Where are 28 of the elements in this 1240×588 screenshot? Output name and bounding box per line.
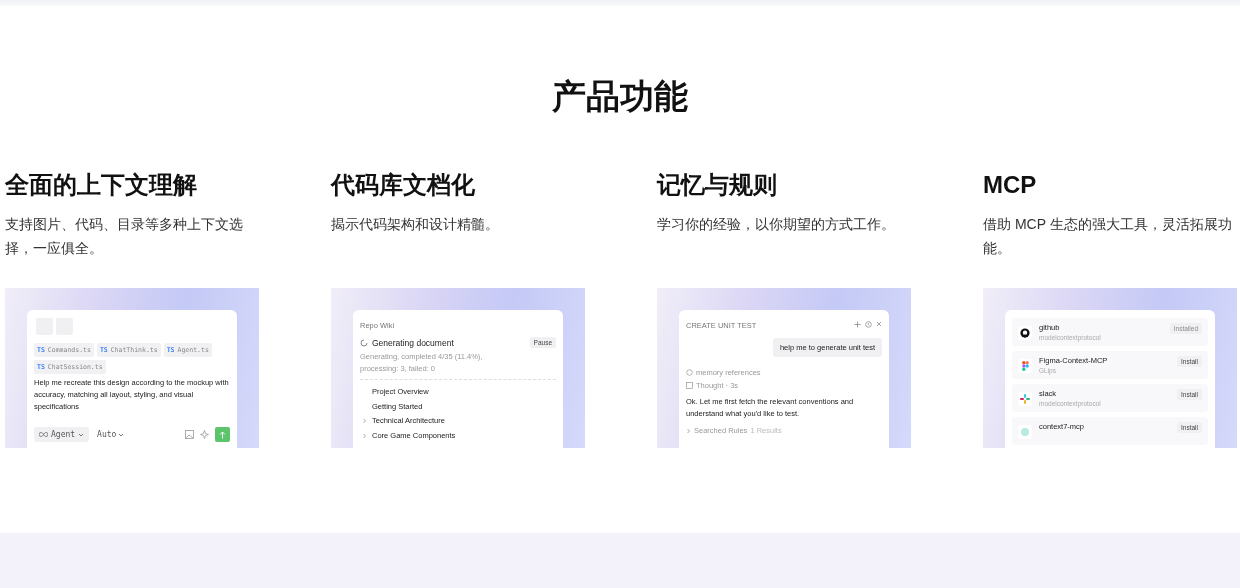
history-icon[interactable] [865,320,872,328]
feature-title: 记忆与规则 [657,170,778,200]
model-dropdown[interactable]: Auto [95,427,127,442]
arrow-up-icon [219,430,226,439]
chevron-icon [686,427,691,434]
close-icon[interactable] [876,321,882,327]
feature-description: 揭示代码架构和设计精髓。 [331,215,500,234]
caret-icon [78,431,85,438]
section-heading: 产品功能 [552,76,688,117]
feature-title: 代码库文档化 [331,170,476,200]
status-text: Generating document [372,337,454,348]
plus-icon[interactable] [854,320,861,328]
feature-title: MCP [983,170,1038,200]
figma-logo-icon [1021,361,1029,371]
send-button[interactable] [215,427,230,442]
feature-title: 全面的上下文理解 [5,170,198,200]
spinner-icon [360,338,368,347]
slack-logo-icon [1020,394,1030,404]
logo-icon [1020,427,1030,437]
feature-description: 学习你的经验，以你期望的方式工作。 [657,215,896,234]
caret-icon [118,431,125,438]
feature-description: 借助 MCP 生态的强大工具，灵活拓展功能。 [983,215,1233,258]
image-icon[interactable] [185,430,194,439]
mode-dropdown[interactable]: Agent [34,427,90,442]
octocat-logo-icon [1020,328,1030,338]
infinity-icon [39,432,48,437]
feature-description: 支持图片、代码、目录等多种上下文选择，一应俱全。 [5,215,244,258]
sparkle-icon[interactable] [200,430,209,439]
